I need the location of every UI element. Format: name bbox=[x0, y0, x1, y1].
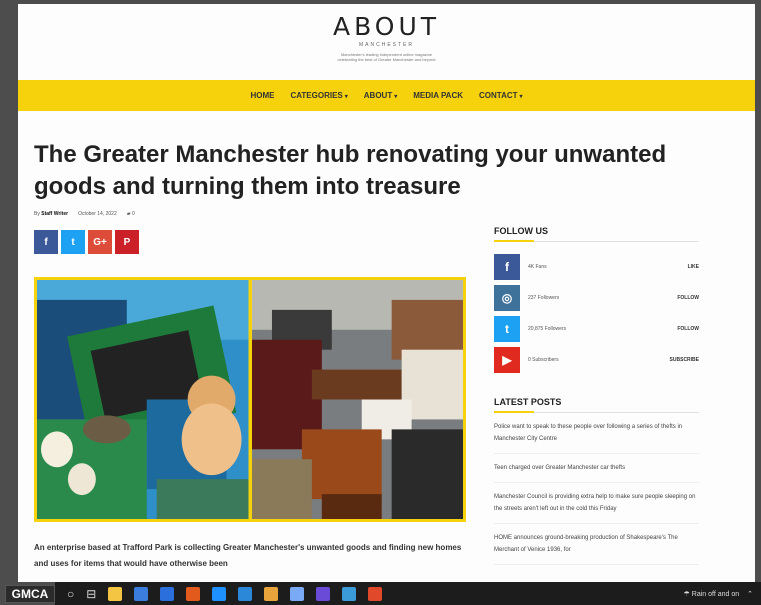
author-byline[interactable]: By Staff Writer bbox=[34, 211, 68, 217]
follow-action[interactable]: LIKE bbox=[688, 264, 699, 270]
share-facebook-button[interactable]: f bbox=[34, 230, 58, 254]
instagram-icon: ◎ bbox=[494, 285, 520, 311]
mail-icon[interactable] bbox=[134, 586, 149, 601]
nav-item-label: MEDIA PACK bbox=[413, 91, 464, 100]
hero-photo-left bbox=[37, 280, 249, 519]
weather-widget[interactable]: ☂ Rain off and on bbox=[684, 590, 740, 598]
latest-post-link[interactable]: Manchester Council is providing extra he… bbox=[494, 483, 699, 524]
article-meta: By Staff Writer October 14, 2022 ▰ 0 bbox=[34, 211, 135, 217]
follow-count: 20,875 Followers bbox=[528, 326, 567, 332]
follow-count: 237 Followers bbox=[528, 295, 560, 301]
tray-chevron-icon[interactable]: ⌃ bbox=[747, 590, 753, 598]
author-prefix: By bbox=[34, 211, 40, 217]
nav-item-media-pack[interactable]: MEDIA PACK bbox=[413, 91, 463, 100]
gmca-label: GMCA bbox=[5, 585, 55, 603]
chrome-icon[interactable] bbox=[264, 586, 279, 601]
author-name: Staff Writer bbox=[41, 211, 69, 217]
browser-page: ABOUT MANCHESTER Manchester's leading in… bbox=[18, 4, 755, 582]
follow-action[interactable]: FOLLOW bbox=[677, 326, 699, 332]
twitter-icon: t bbox=[494, 316, 520, 342]
chevron-down-icon: ▾ bbox=[344, 94, 348, 100]
nav-item-label: CONTACT bbox=[479, 91, 518, 100]
chevron-down-icon: ▾ bbox=[394, 94, 398, 100]
main-nav: HOME CATEGORIES ▾ ABOUT ▾ MEDIA PACK CONTACT ▾ bbox=[18, 80, 755, 111]
system-tray: ☂ Rain off and on ⌃ bbox=[684, 590, 753, 598]
share-buttons: f t G+ P bbox=[34, 230, 139, 254]
nav-item-label: ABOUT bbox=[363, 91, 393, 100]
latest-posts-heading: LATEST POSTS bbox=[494, 397, 699, 413]
article-intro: An enterprise based at Trafford Park is … bbox=[34, 543, 462, 568]
settings-icon[interactable] bbox=[290, 586, 305, 601]
tagline-line-2: celebrating the best of Greater Manchest… bbox=[337, 57, 436, 62]
latest-post-link[interactable]: Teen charged over Greater Manchester car… bbox=[494, 454, 699, 483]
share-google-plus-button[interactable]: G+ bbox=[88, 230, 112, 254]
youtube-icon: ▶ bbox=[494, 347, 520, 373]
firefox-icon[interactable] bbox=[368, 586, 383, 601]
follow-count: 0 Subscribers bbox=[528, 357, 559, 363]
article-date: October 14, 2022 bbox=[78, 211, 117, 217]
article-hero-image bbox=[34, 277, 466, 522]
nav-item-categories[interactable]: CATEGORIES ▾ bbox=[290, 91, 347, 100]
nav-item-label: HOME bbox=[250, 91, 275, 100]
task-view-icon[interactable]: ⊟ bbox=[86, 587, 96, 601]
chevron-down-icon: ▾ bbox=[519, 94, 523, 100]
site-tagline: Manchester's leading independent online … bbox=[18, 52, 755, 62]
post-list: Police want to speak to these people ove… bbox=[494, 413, 699, 565]
follow-list: f 4K Fans LIKE ◎ 237 Followers FOLLOW t 20,875 … bbox=[494, 254, 699, 373]
search-icon[interactable]: ○ bbox=[67, 587, 74, 601]
share-pinterest-button[interactable]: P bbox=[115, 230, 139, 254]
site-logo-sub: MANCHESTER bbox=[358, 42, 414, 48]
site-logo[interactable]: ABOUT bbox=[18, 12, 755, 41]
outlook-icon[interactable] bbox=[212, 586, 227, 601]
teams-icon[interactable] bbox=[316, 586, 331, 601]
hero-photo-right bbox=[251, 280, 463, 519]
onedrive-icon[interactable] bbox=[342, 586, 357, 601]
facebook-icon: f bbox=[494, 254, 520, 280]
weather-icon: ☂ bbox=[683, 590, 690, 598]
follow-row[interactable]: ◎ 237 Followers FOLLOW bbox=[494, 285, 699, 311]
latest-post-link[interactable]: HOME announces ground-breaking productio… bbox=[494, 524, 699, 565]
follow-row[interactable]: t 20,875 Followers FOLLOW bbox=[494, 316, 699, 342]
share-twitter-button[interactable]: t bbox=[61, 230, 85, 254]
comment-icon: ▰ bbox=[126, 211, 131, 217]
edge-browser-icon[interactable] bbox=[160, 586, 175, 601]
nav-item-about[interactable]: ABOUT ▾ bbox=[364, 91, 397, 100]
site-header: ABOUT MANCHESTER Manchester's leading in… bbox=[18, 12, 755, 62]
comment-count-value: 0 bbox=[131, 211, 135, 217]
office-icon[interactable] bbox=[186, 586, 201, 601]
follow-us-heading: FOLLOW US bbox=[494, 226, 699, 242]
latest-post-link[interactable]: Police want to speak to these people ove… bbox=[494, 413, 699, 454]
comment-count[interactable]: ▰ 0 bbox=[127, 211, 135, 217]
follow-row[interactable]: f 4K Fans LIKE bbox=[494, 254, 699, 280]
nav-item-contact[interactable]: CONTACT ▾ bbox=[479, 91, 523, 100]
file-explorer-icon[interactable] bbox=[108, 586, 123, 601]
follow-count: 4K Fans bbox=[528, 264, 547, 270]
windows-taskbar: ○ ⊟ ☂ Rain off and on ⌃ bbox=[55, 582, 761, 605]
follow-action[interactable]: SUBSCRIBE bbox=[670, 357, 699, 363]
article-title: The Greater Manchester hub renovating yo… bbox=[34, 141, 667, 200]
store-icon[interactable] bbox=[238, 586, 253, 601]
latest-posts: LATEST POSTS Police want to speak to the… bbox=[494, 397, 699, 565]
weather-text: Rain off and on bbox=[691, 590, 740, 598]
follow-action[interactable]: FOLLOW bbox=[677, 295, 699, 301]
nav-item-label: CATEGORIES bbox=[290, 91, 343, 100]
nav-item-home[interactable]: HOME bbox=[250, 91, 274, 100]
sidebar: FOLLOW US f 4K Fans LIKE ◎ 237 Followers FOLL… bbox=[494, 226, 699, 565]
follow-row[interactable]: ▶ 0 Subscribers SUBSCRIBE bbox=[494, 347, 699, 373]
